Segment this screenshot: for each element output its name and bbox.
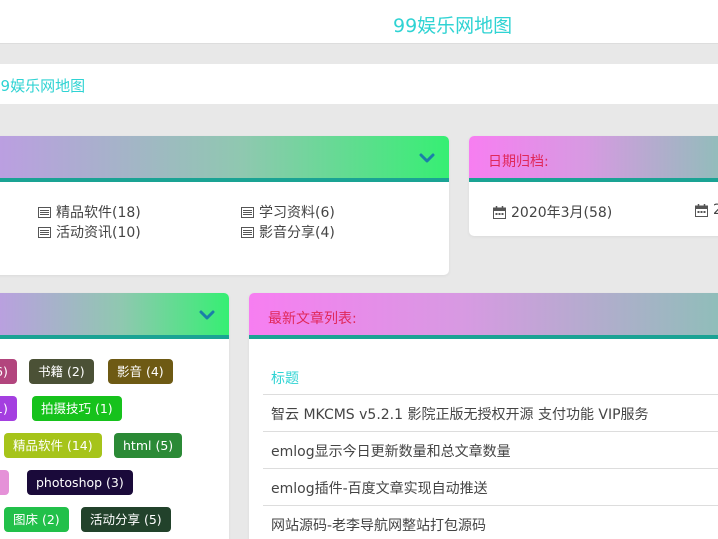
category-label: 影音分享(4)	[259, 225, 335, 241]
latest-articles-panel: 最新文章列表: 标题 智云 MKCMS v5.2.1 影院正版无授权开源 支付功…	[249, 293, 718, 539]
tag-badge[interactable]: 6)	[0, 359, 17, 384]
tag-badge[interactable]: 活动分享 (5)	[81, 507, 171, 532]
latest-articles-title: 最新文章列表:	[268, 311, 357, 327]
category-label: 活动资讯(10)	[56, 225, 141, 241]
table-row: emlog显示今日更新数量和总文章数量	[263, 431, 718, 468]
tag-badge[interactable]: 书籍 (2)	[29, 359, 94, 384]
calendar-icon	[695, 203, 708, 217]
category-link[interactable]: 影音分享(4)	[241, 222, 335, 242]
tag-badge[interactable]: photoshop (3)	[27, 470, 133, 495]
tag-badge[interactable]: 影音 (4)	[108, 359, 173, 384]
table-row: emlog插件-百度文章实现自动推送	[263, 468, 718, 505]
tag-badge[interactable]: 1)	[0, 396, 17, 421]
article-link[interactable]: 智云 MKCMS v5.2.1 影院正版无授权开源 支付功能 VIP服务	[271, 404, 649, 424]
list-icon	[38, 226, 51, 238]
site-header: 99娱乐网地图	[0, 0, 718, 44]
archive-label: 2020年3月(58)	[511, 205, 613, 221]
chevron-down-icon[interactable]	[199, 309, 215, 321]
calendar-icon	[493, 205, 506, 219]
tags-panel: 6) 书籍 (2) 影音 (4) 1) 拍摄技巧 (1) 精品软件 (14) h…	[0, 293, 229, 539]
archive-link[interactable]: 2	[695, 202, 718, 218]
table-row: 智云 MKCMS v5.2.1 影院正版无授权开源 支付功能 VIP服务	[263, 394, 718, 431]
list-icon	[241, 206, 254, 218]
category-label: 学习资料(6)	[259, 205, 335, 221]
archive-link[interactable]: 2020年3月(58)	[493, 202, 612, 222]
list-icon	[241, 226, 254, 238]
column-header-title: 标题	[271, 371, 299, 387]
article-link[interactable]: emlog显示今日更新数量和总文章数量	[271, 441, 511, 461]
tag-badge[interactable]: 图床 (2)	[4, 507, 69, 532]
article-link[interactable]: emlog插件-百度文章实现自动推送	[271, 478, 488, 498]
categories-panel: 精品软件(18) 学习资料(6) 活动资讯(10) 影音分享(4)	[0, 136, 449, 275]
category-label: 精品软件(18)	[56, 205, 141, 221]
tag-badge[interactable]: html (5)	[114, 433, 183, 458]
tag-badge[interactable]: 精品软件 (14)	[4, 433, 102, 458]
site-title-link[interactable]: 99娱乐网地图	[393, 11, 512, 38]
list-icon	[38, 206, 51, 218]
category-link[interactable]: 精品软件(18)	[38, 202, 141, 222]
breadcrumb: 99娱乐网地图	[0, 64, 718, 104]
categories-panel-header	[0, 136, 449, 182]
tags-panel-header	[0, 293, 229, 339]
latest-articles-header: 最新文章列表:	[249, 293, 718, 339]
breadcrumb-current[interactable]: 99娱乐网地图	[0, 75, 85, 96]
table-row: 网站源码-老李导航网整站打包源码	[263, 505, 718, 539]
archive-label: 2	[713, 202, 718, 218]
article-link[interactable]: 网站源码-老李导航网整站打包源码	[271, 515, 486, 535]
tag-badge[interactable]: 拍摄技巧 (1)	[32, 396, 122, 421]
category-link[interactable]: 活动资讯(10)	[38, 222, 141, 242]
category-link[interactable]: 学习资料(6)	[241, 202, 335, 222]
archive-panel-header: 日期归档:	[469, 136, 718, 182]
tag-badge[interactable]	[0, 470, 9, 495]
archive-title: 日期归档:	[488, 154, 549, 170]
chevron-down-icon[interactable]	[419, 152, 435, 164]
archive-panel: 日期归档: 2020年3月(58) 2	[469, 136, 718, 236]
